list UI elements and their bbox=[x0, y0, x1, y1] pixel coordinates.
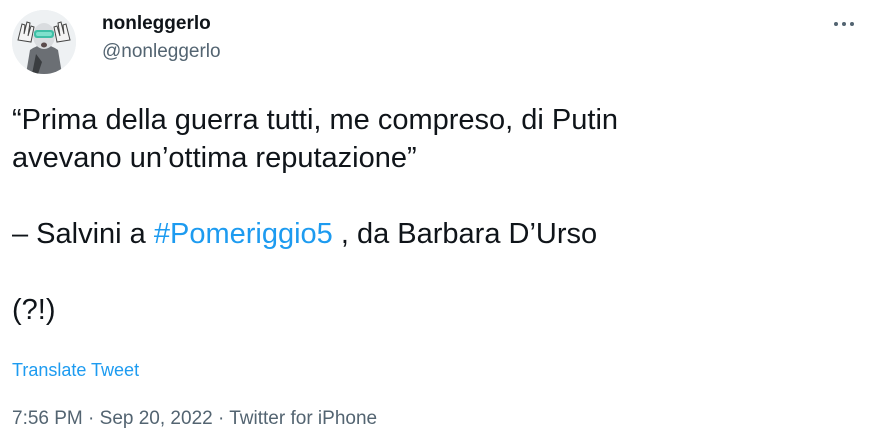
tweet-quote-line: – Salvini a #Pomeriggio5 , da Barbara D’… bbox=[12, 215, 852, 253]
tweet-quote-prefix: – Salvini a bbox=[12, 218, 154, 250]
tweet-source[interactable]: Twitter for iPhone bbox=[229, 408, 377, 429]
tweet-closing: (?!) bbox=[12, 294, 56, 326]
more-options-button[interactable] bbox=[828, 12, 860, 36]
more-horizontal-icon-dot bbox=[842, 22, 846, 26]
more-horizontal-icon bbox=[834, 22, 838, 26]
hashtag-link[interactable]: #Pomeriggio5 bbox=[154, 218, 333, 250]
tweet-text: “Prima della guerra tutti, me compreso, … bbox=[12, 101, 852, 329]
meta-separator: · bbox=[82, 408, 100, 429]
author-block: nonleggerlo @nonleggerlo bbox=[102, 12, 221, 64]
avatar[interactable] bbox=[12, 10, 76, 74]
tweet-quote-suffix: , da Barbara D’Urso bbox=[332, 218, 598, 250]
author-display-name[interactable]: nonleggerlo bbox=[102, 12, 221, 36]
translate-tweet-link[interactable]: Translate Tweet bbox=[12, 358, 139, 382]
author-handle[interactable]: @nonleggerlo bbox=[102, 40, 221, 64]
meta-separator: · bbox=[212, 408, 230, 429]
more-horizontal-icon-dot bbox=[850, 22, 854, 26]
tweet-date[interactable]: Sep 20, 2022 bbox=[100, 408, 213, 429]
tweet-meta: 7:56 PM · Sep 20, 2022 · Twitter for iPh… bbox=[12, 407, 377, 431]
tweet-time[interactable]: 7:56 PM bbox=[12, 408, 83, 429]
tweet-line: avevano un’ottima reputazione” bbox=[12, 142, 417, 174]
tweet-card: nonleggerlo @nonleggerlo “Prima della gu… bbox=[0, 0, 874, 440]
tweet-line: “Prima della guerra tutti, me compreso, … bbox=[12, 104, 619, 136]
avatar-image bbox=[12, 10, 76, 74]
